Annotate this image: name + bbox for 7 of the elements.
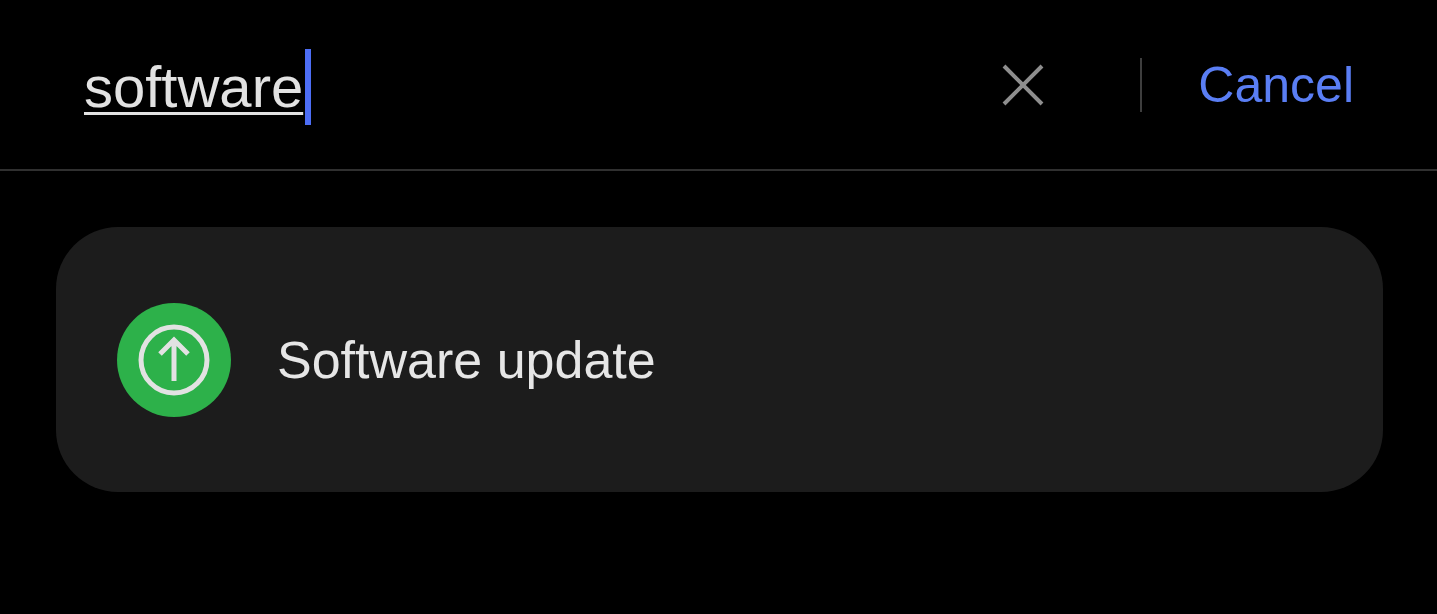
- cancel-button[interactable]: Cancel: [1198, 55, 1354, 114]
- clear-button[interactable]: [1002, 63, 1045, 106]
- result-title: Software update: [277, 329, 656, 391]
- arrow-up-circle-icon: [117, 302, 231, 417]
- close-icon: [1002, 63, 1045, 106]
- search-field[interactable]: software: [84, 48, 312, 125]
- search-result-card[interactable]: Software update: [56, 227, 1383, 492]
